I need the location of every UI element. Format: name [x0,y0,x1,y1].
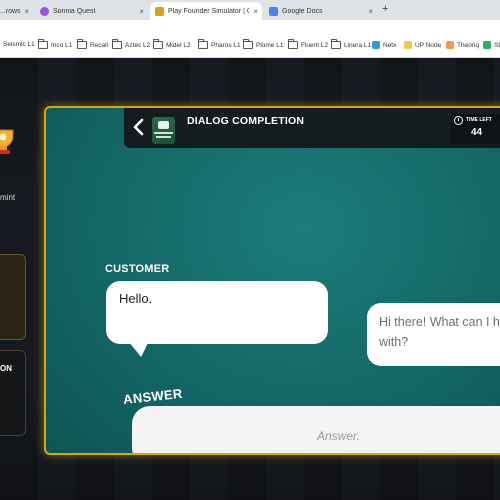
bookmark-label: Plume L1 [256,41,284,49]
bookmark-label: Netx [383,41,397,49]
bookmark-label: Linera L1 [344,41,372,49]
favicon-icon [155,6,164,16]
tab-label: ...rowse.c [0,7,21,15]
bookmark-label: Recall [90,41,109,49]
close-icon[interactable]: × [253,7,258,16]
site-icon [404,41,412,49]
bookmark-item[interactable]: Fluent L2 [288,39,329,49]
bookmark-label: Fluent L2 [301,41,329,49]
address-bar[interactable] [0,20,500,37]
bookmark-label: UP Node [415,41,442,49]
bookmark-label: Midel L2 [166,41,191,49]
close-icon[interactable]: × [139,7,144,16]
speech-tail [124,337,158,357]
favicon-icon [269,6,278,16]
folder-icon [331,39,341,49]
bookmark-item[interactable]: Recall [77,39,109,49]
reply-message: Hi there! What can I help you with? [379,315,500,349]
bookmark-label: Inco L1 [51,41,73,49]
folder-icon [38,39,48,49]
folder-icon [198,39,208,49]
folder-icon [288,39,298,49]
timer: TIME LEFT 44 [451,114,500,144]
tab-label: Sonnia Quest [53,7,96,15]
bookmark-label: Theoriq [457,41,480,49]
bookmark-item[interactable]: Plume L1 [243,39,284,49]
trophy-icon [0,129,14,154]
browser-tab[interactable]: Google Docs × [264,2,377,20]
dialog-header: DIALOG COMPLETION TIME LEFT 44 [124,108,500,148]
answer-label: ANSWER [122,385,184,407]
bookmark-item[interactable]: St [483,41,500,49]
bookmark-item[interactable]: Aztec L2 [112,39,151,49]
site-icon [372,41,380,49]
folder-icon [112,39,122,49]
sidebar-text: mint [0,193,16,202]
folder-icon [243,39,253,49]
bookmark-item[interactable]: Midel L2 [153,39,191,49]
bookmark-item[interactable]: Netx [372,41,396,49]
bookmark-item[interactable]: Theoriq [446,41,479,49]
chevron-left-icon [133,118,144,136]
dialog-title: DIALOG COMPLETION [187,115,305,127]
bookmark-item[interactable]: UP Node [404,41,441,49]
bookmark-label: Pharos L1 [211,41,241,49]
browser-tab-active[interactable]: Play Founder Simulator | C × [150,2,262,20]
tab-label: Google Docs [282,7,323,15]
folder-icon [77,39,87,49]
timer-label: TIME LEFT [466,117,492,123]
side-panel[interactable] [0,254,26,340]
bookmark-item[interactable]: Pharos L1 [198,39,241,49]
favicon-icon [40,6,49,16]
browser-tab[interactable]: ...rowse.c × [0,2,33,20]
site-icon [446,41,454,49]
back-button[interactable] [132,118,148,136]
game-page: mint ON DIALOG COMPLETION TIME LEFT 44 C… [0,58,500,500]
folder-icon [153,39,163,49]
sidebar-label: ON [0,364,12,373]
bookmark-item[interactable]: Seismic L1 [3,41,35,48]
bookmark-label: Aztec L2 [125,41,151,49]
dialog-mode-icon [152,117,175,144]
bookmark-label: Seismic L1 [3,41,35,48]
close-icon[interactable]: × [368,7,373,16]
customer-message-bubble: Hello. [106,281,328,357]
answer-input[interactable] [132,406,500,453]
bookmark-label: St [494,41,500,49]
browser-tab-bar: ...rowse.c × Sonnia Quest × Play Founder… [0,0,500,20]
site-icon [483,41,491,49]
timer-value: 44 [471,127,483,138]
browser-tab[interactable]: Sonnia Quest × [35,2,148,20]
bookmark-item[interactable]: Inco L1 [38,39,73,49]
close-icon[interactable]: × [24,7,29,16]
bookmark-item[interactable]: Linera L1 [331,39,372,49]
clock-icon [454,116,463,125]
new-tab-button[interactable]: + [382,3,388,15]
tab-label: Play Founder Simulator | C [168,7,250,15]
dialog-card: DIALOG COMPLETION TIME LEFT 44 CUSTOMER … [44,106,500,455]
bookmarks-bar: Seismic L1 Inco L1 Recall Aztec L2 Midel… [0,37,500,58]
customer-message: Hello. [119,291,153,306]
side-panel[interactable] [0,350,26,436]
customer-label: CUSTOMER [105,263,170,275]
reply-message-bubble: Hi there! What can I help you with? [367,303,500,366]
